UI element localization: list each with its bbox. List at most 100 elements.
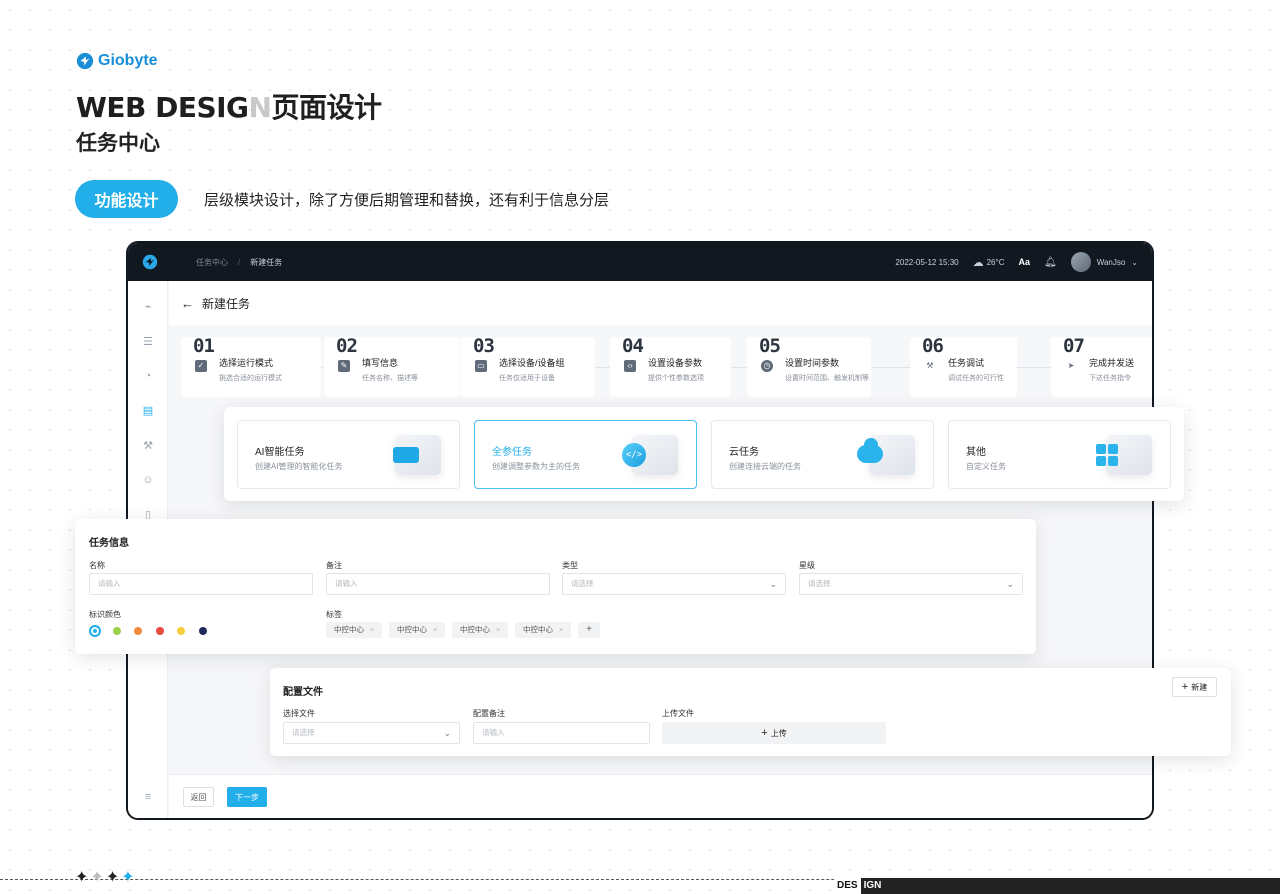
tag-chip[interactable]: 中控中心 ×	[389, 622, 446, 638]
config-remark-input[interactable]: 请输入	[473, 722, 650, 744]
upload-button-label: 上传	[770, 728, 787, 738]
step-title: 选择运行模式	[219, 358, 274, 368]
tag-chip[interactable]: 中控中心 ×	[452, 622, 509, 638]
step-desc: 下达任务指令	[1089, 375, 1131, 382]
font-size-button[interactable]: Aa	[1018, 257, 1030, 267]
back-arrow-icon[interactable]: ←	[181, 296, 194, 311]
task-type-desc: 创建调整参数为主的任务	[492, 462, 580, 471]
app-logo-icon[interactable]	[142, 254, 158, 270]
step-desc: 设置时间范围、触发机制等	[785, 375, 869, 382]
sparkle-icon: ✦	[75, 869, 89, 886]
remark-label: 备注	[326, 561, 342, 570]
code-icon: ‹›	[624, 360, 636, 372]
step-desc: 挑选合适的运行模式	[219, 375, 282, 382]
tag-chip[interactable]: 中控中心 ×	[515, 622, 572, 638]
section-title: 任务信息	[89, 538, 129, 549]
type-label: 类型	[562, 561, 578, 570]
chart-icon[interactable]: ⌁	[141, 301, 155, 313]
color-label: 标识颜色	[89, 610, 121, 619]
type-select-value: 请选择	[571, 579, 594, 588]
grid-icon	[1096, 435, 1152, 475]
edit-icon: ✎	[338, 360, 350, 372]
step-4[interactable]: 04 ‹› 设置设备参数 提供个性参数选项	[610, 335, 731, 397]
users-icon[interactable]: ☺	[141, 474, 155, 486]
type-select[interactable]: 请选择 ⌄	[562, 573, 786, 595]
checkbox-icon: ✓	[195, 360, 207, 372]
step-7[interactable]: 07 ➤ 完成并发送 下达任务指令	[1051, 335, 1152, 397]
close-icon[interactable]: ×	[496, 625, 500, 634]
step-title: 填写信息	[362, 358, 399, 368]
page-title: 新建任务	[202, 296, 251, 311]
weather-temp: 26°C	[986, 257, 1005, 267]
breadcrumb-root[interactable]: 任务中心	[196, 257, 228, 268]
color-swatch-selected[interactable]	[89, 625, 101, 637]
bell-icon[interactable]: 🔔︎	[1044, 257, 1057, 268]
name-input[interactable]: 请输入	[89, 573, 313, 595]
ai-chip-icon	[393, 435, 441, 475]
sparkle-icons: ✦ ✦ ✦ ✦	[75, 870, 135, 886]
name-label: 名称	[89, 561, 105, 570]
avatar[interactable]	[1070, 252, 1091, 272]
wrench-icon[interactable]: ⚒	[141, 440, 155, 452]
close-icon[interactable]: ×	[370, 625, 374, 634]
plus-icon: +	[761, 727, 768, 739]
step-desc: 任务仅适用于设备	[499, 375, 555, 382]
chevron-down-icon: ⌄	[443, 728, 451, 738]
level-select[interactable]: 请选择 ⌄	[799, 573, 1023, 595]
task-type-other[interactable]: 其他 自定义任务	[948, 420, 1171, 489]
step-5[interactable]: 05 ◷ 设置时间参数 设置时间范围、触发机制等	[747, 335, 871, 397]
heading-en: WEB DESIG	[76, 91, 249, 124]
upload-button[interactable]: + 上传	[662, 722, 886, 744]
close-icon[interactable]: ×	[433, 625, 437, 634]
next-button[interactable]: 下一步	[227, 787, 267, 807]
step-desc: 提供个性参数选项	[648, 375, 704, 382]
color-swatch[interactable]	[134, 627, 142, 635]
color-swatch[interactable]	[177, 627, 185, 635]
close-icon[interactable]: ×	[559, 625, 563, 634]
username: WanJso	[1096, 257, 1126, 267]
datetime: 2022-05-12 15:30	[895, 257, 959, 267]
back-button[interactable]: 返回	[183, 787, 214, 807]
feature-description: 层级模块设计，除了方便后期管理和替换，还有利于信息分层	[204, 191, 610, 209]
task-icon[interactable]: ▤	[141, 405, 155, 417]
step-3[interactable]: 03 ▭ 选择设备/设备组 任务仅适用于设备	[461, 335, 595, 397]
level-label: 星级	[799, 561, 815, 570]
step-6[interactable]: 06 ⚒ 任务调试 调试任务的可行性	[910, 335, 1017, 397]
remark-input[interactable]: 请输入	[326, 573, 550, 595]
step-indicator: 01 ✓ 选择运行模式 挑选合适的运行模式 02 ✎ 填写信息 任务名称、描述等…	[181, 335, 1152, 405]
task-type-ai[interactable]: AI智能任务 创建AI管理的智能化任务	[237, 420, 460, 489]
task-type-full-param[interactable]: 全参任务 创建调整参数为主的任务 </>	[474, 420, 697, 489]
breadcrumb-separator: /	[238, 257, 241, 267]
add-tag-button[interactable]: +	[578, 622, 600, 638]
cloud-icon: ☁	[972, 256, 984, 269]
heading-cn: 页面设计	[271, 91, 382, 124]
breadcrumb-current: 新建任务	[250, 257, 283, 267]
brand-name: Giobyte	[98, 52, 158, 69]
step-desc: 任务名称、描述等	[362, 375, 418, 382]
wrench-icon: ⚒	[926, 361, 934, 370]
step-title: 设置设备参数	[648, 358, 703, 368]
level-select-value: 请选择	[808, 579, 831, 588]
task-type-cloud[interactable]: 云任务 创建连接云端的任务	[711, 420, 934, 489]
tags-label: 标签	[326, 610, 342, 619]
weather: ☁ 26°C	[973, 256, 1005, 269]
chevron-down-icon: ⌄	[769, 579, 777, 589]
menu-collapse-icon[interactable]: ≡	[141, 791, 155, 803]
user-menu[interactable]: WanJso ⌄	[1070, 252, 1138, 272]
device-icon: ▭	[475, 360, 487, 372]
file-select[interactable]: 请选择 ⌄	[283, 722, 460, 744]
step-number: 07	[1063, 335, 1085, 357]
giobyte-logo-icon	[76, 52, 94, 70]
pie-chart-icon[interactable]: ◔	[141, 370, 155, 382]
color-swatch[interactable]	[198, 627, 207, 635]
step-2[interactable]: 02 ✎ 填写信息 任务名称、描述等	[324, 335, 460, 397]
list-icon[interactable]: ☰	[141, 336, 155, 348]
task-type-title: 全参任务	[492, 447, 532, 458]
tag-chip[interactable]: 中控中心 ×	[326, 622, 383, 638]
clock-icon: ◷	[761, 360, 773, 372]
task-type-desc: 自定义任务	[966, 462, 1006, 471]
step-1[interactable]: 01 ✓ 选择运行模式 挑选合适的运行模式	[181, 335, 321, 397]
color-swatch[interactable]	[112, 627, 121, 635]
color-swatch[interactable]	[155, 627, 164, 635]
new-config-button[interactable]: + 新建	[1172, 677, 1217, 697]
